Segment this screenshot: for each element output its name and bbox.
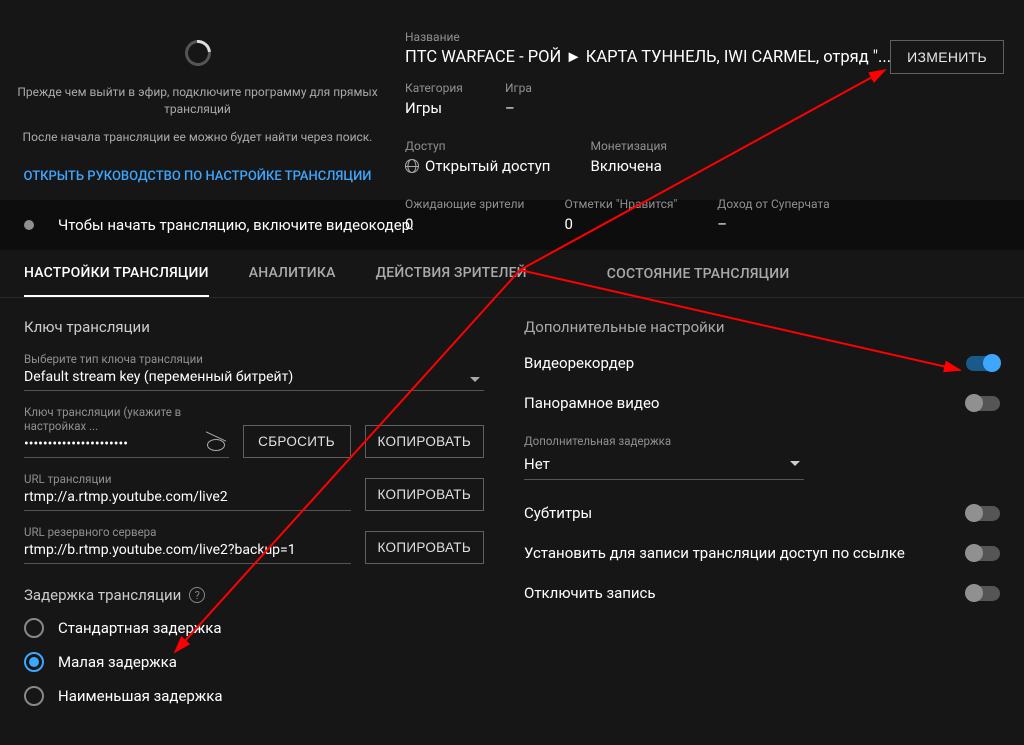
monetization-label: Монетизация — [590, 139, 666, 153]
latency-ultralow-radio[interactable]: Наименьшая задержка — [24, 686, 484, 706]
unlisted-replay-toggle[interactable] — [966, 546, 1000, 561]
loading-spinner-icon — [179, 35, 216, 72]
superchat-value: – — [717, 215, 829, 233]
stream-key-value: •••••••••••••••••••••• — [24, 436, 229, 452]
copy-backup-button[interactable]: КОПИРОВАТЬ — [365, 531, 484, 564]
visibility-off-icon[interactable] — [207, 439, 225, 451]
backup-url-field[interactable]: URL резервного сервера rtmp://b.rtmp.you… — [24, 525, 351, 564]
latency-section-title: Задержка трансляции — [24, 586, 181, 604]
extra-delay-label: Дополнительная задержка — [524, 434, 1000, 448]
copy-key-button[interactable]: КОПИРОВАТЬ — [365, 425, 484, 458]
tabs: НАСТРОЙКИ ТРАНСЛЯЦИИ АНАЛИТИКА ДЕЙСТВИЯ … — [0, 250, 1024, 298]
open-guide-link[interactable]: ОТКРЫТЬ РУКОВОДСТВО ПО НАСТРОЙКЕ ТРАНСЛЯ… — [10, 168, 385, 187]
backup-url-value: rtmp://b.rtmp.youtube.com/live2?backup=1 — [24, 542, 351, 558]
subtitles-label: Субтитры — [524, 504, 592, 522]
stream-url-label: URL трансляции — [24, 472, 351, 486]
status-dot-icon — [24, 220, 34, 230]
access-value: Открытый доступ — [425, 157, 550, 175]
tab-analytics[interactable]: АНАЛИТИКА — [249, 251, 336, 297]
latency-low-radio[interactable]: Малая задержка — [24, 652, 484, 672]
latency-ultralow-label: Наименьшая задержка — [58, 687, 223, 705]
game-value: – — [505, 99, 565, 117]
preview-panel: Прежде чем выйти в эфир, подключите прог… — [0, 0, 395, 200]
copy-url-button[interactable]: КОПИРОВАТЬ — [365, 478, 484, 511]
likes-value: 0 — [564, 215, 677, 233]
stream-key-label: Ключ трансляции (укажите в настройках ..… — [24, 405, 229, 433]
tab-viewer-actions[interactable]: ДЕЙСТВИЯ ЗРИТЕЛЕЙ — [376, 251, 527, 297]
disable-record-toggle[interactable] — [966, 586, 1000, 601]
extra-delay-select[interactable]: Нет — [524, 451, 804, 480]
dvr-label: Видеорекордер — [524, 354, 634, 372]
extra-delay-value: Нет — [524, 455, 550, 473]
globe-icon — [405, 159, 419, 173]
subtitles-toggle[interactable] — [966, 506, 1000, 521]
preview-text-1: Прежде чем выйти в эфир, подключите прог… — [10, 84, 385, 119]
radio-icon — [24, 686, 44, 706]
stream-key-section-title: Ключ трансляции — [24, 318, 484, 336]
access-label: Доступ — [405, 139, 550, 153]
vr-label: Панорамное видео — [524, 394, 659, 412]
backup-url-label: URL резервного сервера — [24, 525, 351, 539]
stream-url-value: rtmp://a.rtmp.youtube.com/live2 — [24, 489, 351, 505]
category-value: Игры — [405, 99, 465, 117]
preview-text-2: После начала трансляции ее можно будет н… — [10, 129, 385, 146]
monetization-value: Включена — [590, 157, 666, 175]
radio-icon — [24, 618, 44, 638]
superchat-label: Доход от Суперчата — [717, 197, 829, 211]
likes-label: Отметки "Нравится" — [564, 197, 677, 211]
status-message: Чтобы начать трансляцию, включите видеок… — [58, 216, 414, 234]
help-icon[interactable]: ? — [189, 587, 205, 603]
stream-url-field[interactable]: URL трансляции rtmp://a.rtmp.youtube.com… — [24, 472, 351, 511]
waiting-label: Ожидающие зрители — [405, 197, 524, 211]
stream-key-type-label: Выберите тип ключа трансляции — [24, 352, 484, 366]
stream-key-type-value: Default stream key (переменный битрейт) — [24, 369, 484, 385]
latency-low-label: Малая задержка — [58, 653, 177, 671]
tab-stream-health[interactable]: СОСТОЯНИЕ ТРАНСЛЯЦИИ — [607, 252, 790, 296]
reset-key-button[interactable]: СБРОСИТЬ — [243, 425, 351, 458]
game-label: Игра — [505, 81, 565, 95]
edit-button[interactable]: ИЗМЕНИТЬ — [890, 40, 1004, 74]
additional-settings-title: Дополнительные настройки — [524, 318, 1000, 336]
category-label: Категория — [405, 81, 465, 95]
tab-stream-settings[interactable]: НАСТРОЙКИ ТРАНСЛЯЦИИ — [24, 251, 209, 297]
dvr-toggle[interactable] — [966, 356, 1000, 371]
chevron-down-icon — [790, 461, 800, 466]
waiting-value: 0 — [405, 215, 524, 233]
stream-info-panel: Название ПТС WARFACE - РОЙ ► КАРТА ТУННЕ… — [395, 0, 1024, 200]
latency-standard-radio[interactable]: Стандартная задержка — [24, 618, 484, 638]
chevron-down-icon — [470, 377, 480, 382]
disable-record-label: Отключить запись — [524, 584, 656, 602]
stream-key-field[interactable]: Ключ трансляции (укажите в настройках ..… — [24, 405, 229, 458]
vr-toggle[interactable] — [966, 396, 1000, 411]
radio-checked-icon — [24, 652, 44, 672]
latency-standard-label: Стандартная задержка — [58, 619, 222, 637]
stream-key-type-select[interactable]: Выберите тип ключа трансляции Default st… — [24, 352, 484, 391]
unlisted-replay-label: Установить для записи трансляции доступ … — [524, 544, 905, 562]
